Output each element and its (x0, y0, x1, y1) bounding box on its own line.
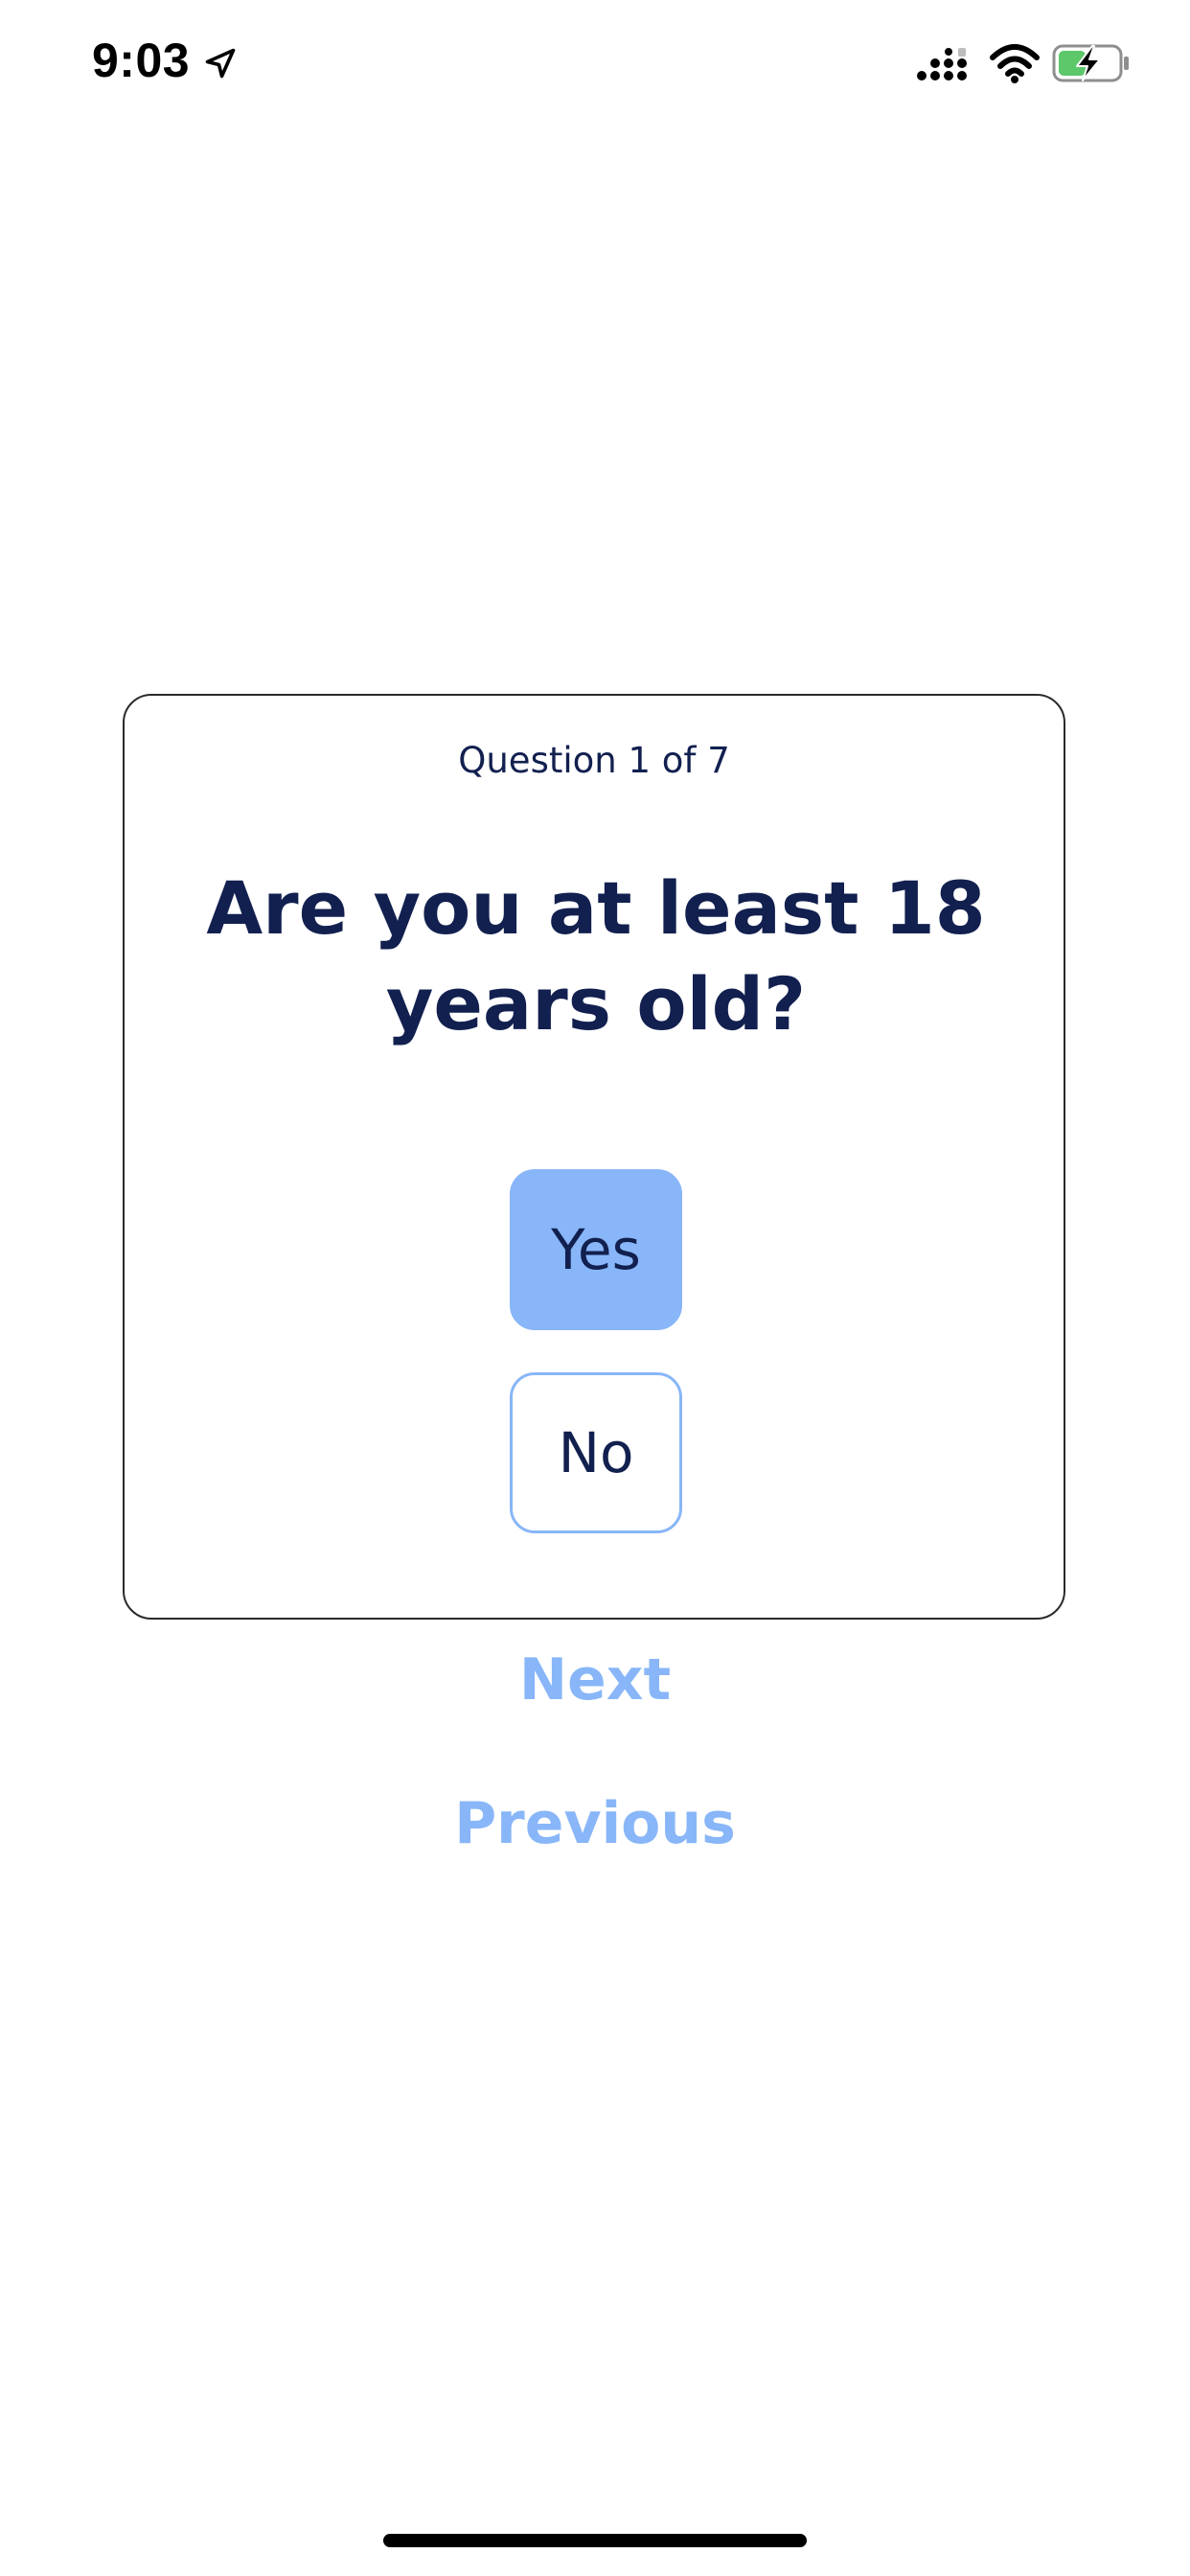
question-card: Question 1 of 7 Are you at least 18 year… (123, 694, 1065, 1620)
location-arrow-icon (205, 48, 236, 79)
question-text: Are you at least 18 years old? (206, 865, 986, 1046)
answer-yes-button[interactable]: Yes (510, 1169, 682, 1330)
question-counter: Question 1 of 7 (458, 740, 730, 781)
cellular-signal-icon (917, 48, 967, 80)
battery-charging-icon (1052, 44, 1129, 82)
home-indicator[interactable] (383, 2534, 807, 2547)
status-bar: 9:03 (0, 0, 1190, 134)
next-button[interactable]: Next (0, 1646, 1190, 1714)
status-time: 9:03 (92, 34, 191, 87)
answer-no-button[interactable]: No (510, 1372, 682, 1533)
wifi-icon (990, 44, 1040, 83)
previous-button[interactable]: Previous (0, 1790, 1190, 1857)
